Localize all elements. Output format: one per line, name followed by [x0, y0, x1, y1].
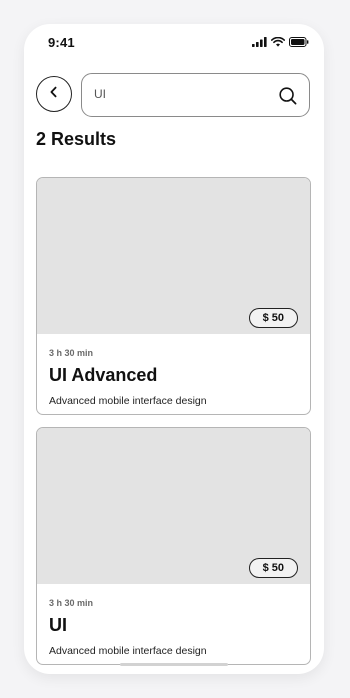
course-duration: 3 h 30 min: [49, 348, 94, 358]
status-time: 9:41: [48, 35, 75, 50]
chevron-left-icon: [47, 85, 61, 104]
course-title: UI: [49, 615, 67, 635]
wifi-icon: [271, 37, 285, 47]
phone-screen: 9:41 UI 2 Results $ 50 3 h 30 min UI Adv…: [24, 24, 324, 674]
home-indicator[interactable]: [120, 663, 228, 666]
course-image-placeholder: $ 50: [37, 428, 310, 584]
back-button[interactable]: [36, 76, 72, 112]
course-card[interactable]: $ 50 3 h 30 min UI Advanced mobile inter…: [36, 427, 311, 665]
battery-icon: [289, 37, 309, 47]
course-duration: 3 h 30 min: [49, 598, 94, 608]
search-row: [36, 73, 311, 117]
results-count-title: 2 Results: [36, 129, 117, 149]
search-input[interactable]: [94, 87, 264, 101]
course-card[interactable]: $ 50 3 h 30 min UI Advanced Advanced mob…: [36, 177, 311, 415]
signal-icon: [252, 37, 267, 47]
price-badge: $ 50: [248, 558, 298, 578]
course-title: UI Advanced: [49, 365, 158, 385]
status-icons: [252, 37, 309, 47]
search-field[interactable]: [81, 73, 310, 117]
course-image-placeholder: $ 50: [37, 178, 310, 334]
search-icon[interactable]: [278, 86, 298, 106]
price-badge: $ 50: [248, 308, 298, 328]
course-description: Advanced mobile interface design: [49, 645, 207, 657]
course-description: Advanced mobile interface design: [49, 395, 207, 407]
status-bar: 9:41: [24, 24, 324, 62]
